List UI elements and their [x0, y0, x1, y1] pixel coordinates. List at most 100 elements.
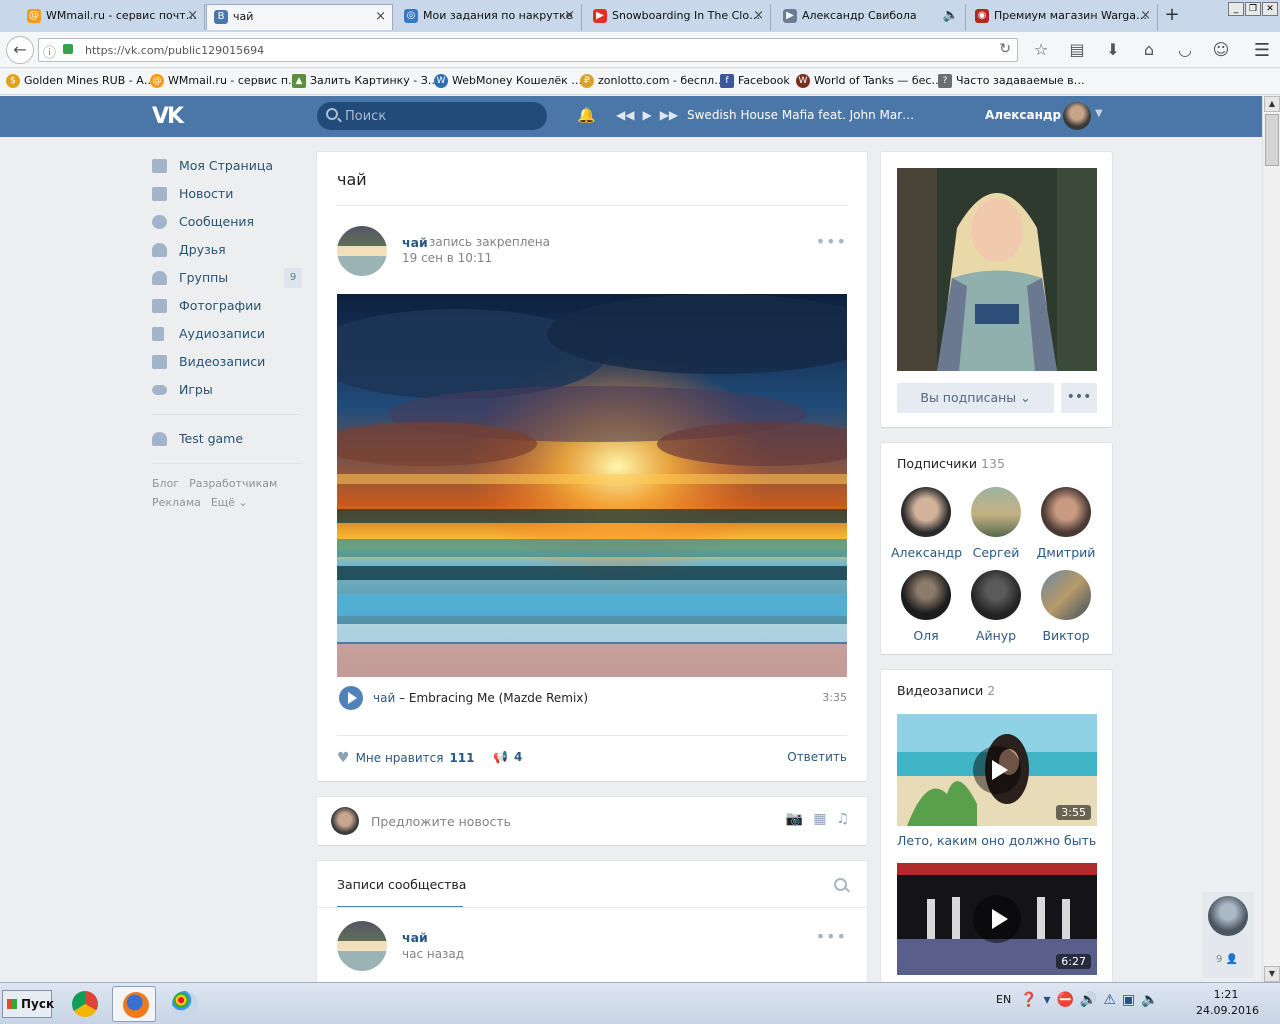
bookmark-item[interactable]: ? Часто задаваемые в…: [938, 74, 1085, 88]
post-date[interactable]: час назад: [402, 947, 464, 961]
help-icon[interactable]: ❓: [1020, 992, 1037, 1008]
video-thumbnail[interactable]: 6:27: [897, 863, 1097, 975]
bell-icon[interactable]: 🔔: [577, 106, 596, 124]
page-scrollbar[interactable]: ▲ ▼: [1262, 96, 1280, 982]
minimize-button[interactable]: _: [1228, 2, 1244, 16]
start-button[interactable]: Пуск: [2, 990, 54, 1018]
follower-item[interactable]: Александр: [891, 487, 962, 560]
suggest-news-input[interactable]: [371, 811, 751, 831]
footer-link-blog[interactable]: Блог: [152, 477, 179, 490]
info-icon[interactable]: ⓘ: [43, 42, 56, 61]
volume-icon[interactable]: 🔊: [1080, 992, 1097, 1008]
reload-icon[interactable]: ↻: [999, 41, 1011, 57]
close-icon[interactable]: ×: [1140, 4, 1151, 28]
close-icon[interactable]: ×: [375, 5, 386, 29]
reply-link[interactable]: Ответить: [787, 750, 847, 764]
play-icon[interactable]: [973, 895, 1021, 943]
avatar[interactable]: [1063, 102, 1091, 130]
search-box[interactable]: [317, 102, 547, 130]
bookmark-item[interactable]: f Facebook: [720, 74, 790, 88]
share-button[interactable]: 📢 4: [493, 750, 522, 764]
download-icon[interactable]: ⬇: [1102, 40, 1124, 60]
audio-track[interactable]: чай – Embracing Me (Mazde Remix): [373, 691, 588, 705]
back-button[interactable]: ←: [6, 36, 34, 64]
audio-artist[interactable]: чай: [373, 691, 395, 705]
music-icon[interactable]: ♫: [836, 811, 849, 827]
nav-item-audio[interactable]: Аудиозаписи: [152, 320, 302, 348]
follower-item[interactable]: Оля: [891, 570, 961, 643]
now-playing-track[interactable]: Swedish House Mafia feat. John Mar…: [687, 108, 914, 122]
pocket-icon[interactable]: ◡: [1174, 40, 1196, 60]
play-icon[interactable]: [973, 746, 1021, 794]
new-tab-button[interactable]: +: [1160, 4, 1184, 28]
chat-widget[interactable]: 9 👤: [1202, 892, 1254, 978]
language-indicator[interactable]: EN: [996, 993, 1011, 1006]
post-menu-icon[interactable]: •••: [816, 232, 847, 251]
reading-list-icon[interactable]: ▤: [1066, 40, 1088, 60]
url-input[interactable]: [85, 41, 985, 59]
close-icon[interactable]: ×: [187, 4, 198, 28]
nav-item-news[interactable]: Новости: [152, 180, 302, 208]
follower-item[interactable]: Виктор: [1031, 570, 1101, 643]
scroll-thumb[interactable]: [1265, 114, 1279, 166]
nav-item-photos[interactable]: Фотографии: [152, 292, 302, 320]
browser-tab[interactable]: @ WMmail.ru - сервис почт… ×: [20, 4, 205, 30]
nav-item-groups[interactable]: Группы 9: [152, 264, 302, 292]
close-icon[interactable]: ×: [564, 4, 575, 28]
speaker-icon[interactable]: 🔈: [1141, 992, 1158, 1008]
post-image-sunset[interactable]: [337, 294, 847, 677]
shield-icon[interactable]: ⛔: [1056, 992, 1073, 1008]
video-title[interactable]: Лето, каким оно должно быть: [897, 833, 1096, 848]
nav-item-video[interactable]: Видеозаписи: [152, 348, 302, 376]
play-icon[interactable]: [339, 686, 363, 710]
system-clock[interactable]: 1:21 24.09.2016: [1196, 987, 1259, 1019]
footer-link-more[interactable]: Ещё ⌄: [211, 496, 248, 509]
close-icon[interactable]: ×: [753, 4, 764, 28]
close-window-button[interactable]: ✕: [1262, 2, 1278, 16]
scroll-down-icon[interactable]: ▼: [1264, 966, 1280, 982]
star-icon[interactable]: ☆: [1030, 40, 1052, 60]
search-input[interactable]: [345, 107, 535, 125]
browser-tab[interactable]: ▶ Александр Свибола 🔈: [776, 4, 966, 30]
display-icon[interactable]: ▣: [1122, 992, 1135, 1008]
chat-icon[interactable]: ☺: [1210, 40, 1232, 60]
post-author-avatar[interactable]: [337, 921, 387, 971]
nav-item-app[interactable]: Test game: [152, 425, 302, 453]
post-menu-icon[interactable]: •••: [816, 927, 847, 946]
chevron-down-icon[interactable]: ▼: [1095, 108, 1103, 119]
bookmark-item[interactable]: @ WMmail.ru - сервис п…: [150, 74, 299, 88]
followers-header[interactable]: Подписчики 135: [897, 456, 1005, 471]
speaker-icon[interactable]: 🔈: [943, 4, 959, 28]
camera-icon[interactable]: 📷: [786, 811, 803, 827]
footer-link-ads[interactable]: Реклама: [152, 496, 201, 509]
like-button[interactable]: ♥ Мне нравится 111: [337, 750, 475, 766]
video-icon[interactable]: ▦: [813, 811, 826, 827]
bookmark-item[interactable]: ▲ Залить Картинку - З…: [292, 74, 439, 88]
nav-item-my-page[interactable]: Моя Страница: [152, 152, 302, 180]
post-author-avatar[interactable]: [337, 226, 387, 276]
nav-item-friends[interactable]: Друзья: [152, 236, 302, 264]
network-error-icon[interactable]: ⚠: [1103, 992, 1116, 1008]
follower-item[interactable]: Айнур: [961, 570, 1031, 643]
maximize-button[interactable]: ❐: [1245, 2, 1261, 16]
home-icon[interactable]: ⌂: [1138, 40, 1160, 60]
menu-icon[interactable]: ☰: [1254, 40, 1270, 61]
bookmark-item[interactable]: $ Golden Mines RUB - A…: [6, 74, 155, 88]
bookmark-item[interactable]: W World of Tanks — бес…: [796, 74, 942, 88]
video-thumbnail[interactable]: 3:55: [897, 714, 1097, 826]
search-icon[interactable]: [834, 878, 847, 891]
browser-tab[interactable]: ◉ Премиум магазин Warga… ×: [968, 4, 1158, 30]
paint-taskbar-button[interactable]: [162, 986, 206, 1022]
scroll-up-icon[interactable]: ▲: [1264, 96, 1280, 112]
post-author[interactable]: чай: [402, 235, 428, 250]
vk-logo[interactable]: VK: [152, 104, 186, 129]
nav-item-games[interactable]: Игры: [152, 376, 302, 404]
browser-tab[interactable]: ◎ Мои задания по накрутке ×: [397, 4, 582, 30]
bookmark-item[interactable]: W WebMoney Кошелёк …: [434, 74, 582, 88]
bookmark-item[interactable]: ₽ zonlotto.com - беспл…: [580, 74, 725, 88]
videos-header[interactable]: Видеозаписи 2: [897, 683, 995, 698]
nav-item-messages[interactable]: Сообщения: [152, 208, 302, 236]
user-name[interactable]: Александр: [985, 108, 1061, 122]
footer-link-developers[interactable]: Разработчикам: [189, 477, 277, 490]
tab-community-posts[interactable]: Записи сообщества: [337, 877, 466, 892]
